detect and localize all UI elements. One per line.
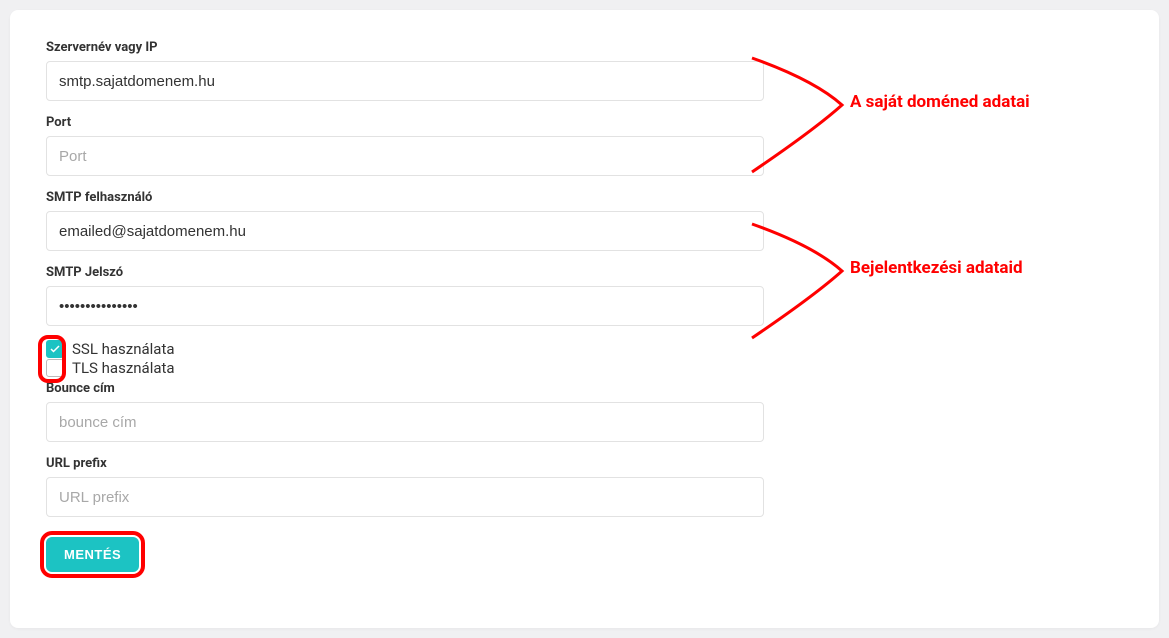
save-button-wrap: MENTÉS <box>46 537 139 572</box>
field-port: Port <box>46 115 764 176</box>
bounce-input[interactable] <box>46 402 764 442</box>
port-input[interactable] <box>46 136 764 176</box>
check-icon <box>49 343 61 355</box>
annotation-domain-data: A saját doméned adatai <box>850 92 1030 112</box>
label-bounce: Bounce cím <box>46 381 764 396</box>
settings-card: Szervernév vagy IP Port SMTP felhasználó… <box>10 10 1159 628</box>
label-url-prefix: URL prefix <box>46 456 764 471</box>
label-smtp-user: SMTP felhasználó <box>46 190 764 205</box>
tls-checkbox-row: TLS használata <box>46 359 764 377</box>
smtp-pass-input[interactable] <box>46 286 764 326</box>
ssl-checkbox-row: SSL használata <box>46 340 764 358</box>
tls-checkbox[interactable] <box>46 359 64 377</box>
checkbox-group: SSL használata TLS használata <box>46 340 764 377</box>
label-port: Port <box>46 115 764 130</box>
url-prefix-input[interactable] <box>46 477 764 517</box>
field-server: Szervernév vagy IP <box>46 40 764 101</box>
annotation-login-data: Bejelentkezési adataid <box>850 258 1023 278</box>
ssl-checkbox-label: SSL használata <box>72 340 175 358</box>
smtp-user-input[interactable] <box>46 211 764 251</box>
label-smtp-pass: SMTP Jelszó <box>46 265 764 280</box>
field-bounce: Bounce cím <box>46 381 764 442</box>
label-server: Szervernév vagy IP <box>46 40 764 55</box>
field-url-prefix: URL prefix <box>46 456 764 517</box>
ssl-checkbox[interactable] <box>46 340 64 358</box>
tls-checkbox-label: TLS használata <box>72 359 175 377</box>
field-smtp-pass: SMTP Jelszó <box>46 265 764 326</box>
server-input[interactable] <box>46 61 764 101</box>
form-column: Szervernév vagy IP Port SMTP felhasználó… <box>46 40 764 572</box>
field-smtp-user: SMTP felhasználó <box>46 190 764 251</box>
save-button[interactable]: MENTÉS <box>46 537 139 572</box>
